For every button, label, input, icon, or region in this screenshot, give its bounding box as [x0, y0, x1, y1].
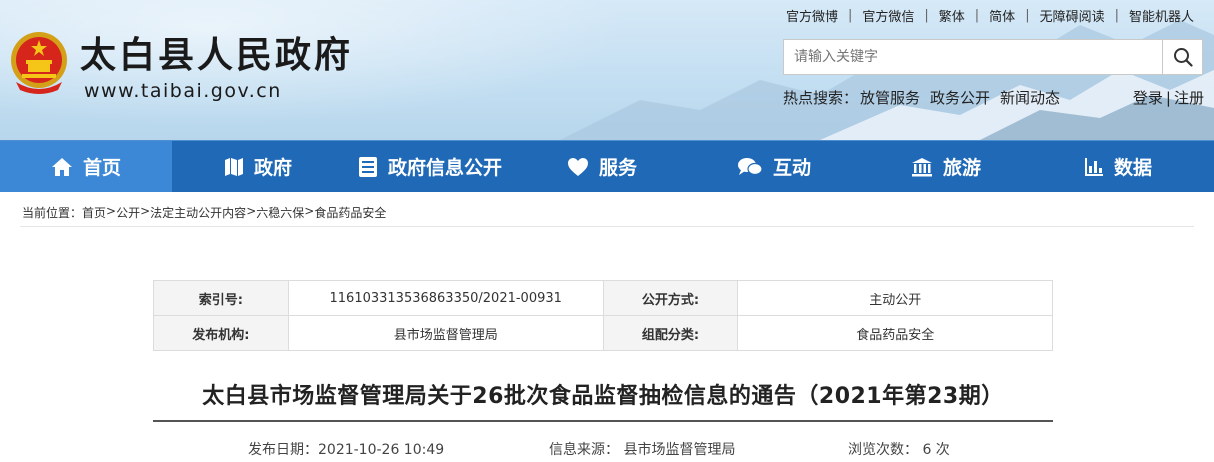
site-header: 太白县人民政府 www.taibai.gov.cn 官方微博 | 官方微信 | … — [0, 0, 1214, 140]
nav-item-service[interactable]: 服务 — [516, 141, 688, 192]
breadcrumb-link-six[interactable]: 六稳六保 — [256, 204, 304, 221]
view-count: 浏览次数： 6 次 — [848, 442, 950, 458]
breadcrumb-label: 当前位置： — [22, 206, 83, 220]
title-divider — [153, 420, 1053, 422]
bar-chart-icon — [1084, 157, 1103, 176]
top-links-bar: 官方微博 | 官方微信 | 繁体 | 简体 | 无障碍阅读 | 智能机器人 — [776, 6, 1194, 25]
index-label: 索引号: — [153, 280, 289, 316]
home-icon — [51, 157, 72, 176]
hot-search-item[interactable]: 新闻动态 — [1000, 87, 1060, 108]
breadcrumb-separator: > — [106, 204, 117, 218]
public-mode-value: 主动公开 — [737, 280, 1053, 316]
map-icon — [224, 157, 243, 176]
nav-item-tourism[interactable]: 旅游 — [860, 141, 1032, 192]
national-emblem-logo — [8, 30, 70, 94]
table-row: 发布机构: 县市场监督管理局 组配分类: 食品药品安全 — [153, 315, 1053, 351]
chat-icon — [737, 157, 763, 175]
register-link[interactable]: 注册 — [1174, 89, 1204, 107]
nav-item-info-disclosure[interactable]: 政府信息公开 — [344, 141, 516, 192]
search-icon — [1173, 48, 1193, 67]
search-button[interactable] — [1162, 40, 1202, 74]
top-link-weibo[interactable]: 官方微博 — [776, 6, 848, 25]
hot-search: 热点搜索： 放管服务 政务公开 新闻动态 — [783, 87, 1070, 108]
main-nav: 首页 政府 政府信息公开 服务 互动 旅游 数据 — [0, 140, 1214, 192]
breadcrumb-separator: > — [304, 204, 315, 218]
category-label: 组配分类: — [602, 315, 739, 351]
nav-label: 互动 — [772, 157, 811, 179]
auth-links: 登录 | 注册 — [1133, 87, 1204, 108]
breadcrumb: 当前位置： 首页 > 公开 > 法定主动公开内容 > 六稳六保 > 食品药品安全 — [22, 204, 386, 221]
hot-search-item[interactable]: 政务公开 — [930, 87, 990, 108]
list-icon — [358, 156, 377, 177]
breadcrumb-link-legal[interactable]: 法定主动公开内容 — [150, 204, 246, 221]
search-input[interactable] — [784, 40, 1162, 74]
top-link-wechat[interactable]: 官方微信 — [852, 6, 924, 25]
site-title: 太白县人民政府 — [80, 34, 354, 76]
hot-search-label: 热点搜索： — [783, 89, 859, 107]
category-value: 食品药品安全 — [737, 315, 1053, 351]
heart-icon — [567, 157, 588, 176]
top-link-accessibility[interactable]: 无障碍阅读 — [1030, 6, 1115, 25]
top-link-simplified[interactable]: 简体 — [979, 6, 1025, 25]
nav-label: 旅游 — [942, 157, 981, 179]
table-row: 索引号: 116103313536863350/2021-00931 公开方式:… — [153, 280, 1053, 316]
nav-item-interaction[interactable]: 互动 — [688, 141, 860, 192]
publish-date: 发布日期：2021-10-26 10:49 — [248, 442, 445, 458]
breadcrumb-link-home[interactable]: 首页 — [82, 204, 106, 221]
building-icon — [911, 157, 932, 176]
nav-item-data[interactable]: 数据 — [1032, 141, 1204, 192]
nav-label: 政府信息公开 — [387, 157, 502, 179]
breadcrumb-link-food[interactable]: 食品药品安全 — [314, 204, 386, 221]
article-title: 太白县市场监督管理局关于26批次食品监督抽检信息的通告（2021年第23期） — [202, 384, 1004, 409]
breadcrumb-link-public[interactable]: 公开 — [116, 204, 140, 221]
public-mode-label: 公开方式: — [602, 280, 739, 316]
top-link-robot[interactable]: 智能机器人 — [1119, 6, 1194, 25]
hot-search-item[interactable]: 放管服务 — [860, 87, 920, 108]
divider: | — [1165, 89, 1171, 107]
breadcrumb-divider — [20, 226, 1194, 227]
publisher-value: 县市场监督管理局 — [287, 315, 604, 351]
site-url: www.taibai.gov.cn — [84, 80, 282, 102]
breadcrumb-separator: > — [246, 204, 257, 218]
document-info-table: 索引号: 116103313536863350/2021-00931 公开方式:… — [153, 280, 1053, 351]
nav-item-government[interactable]: 政府 — [172, 141, 344, 192]
breadcrumb-separator: > — [140, 204, 151, 218]
publisher-label: 发布机构: — [153, 315, 289, 351]
nav-item-home[interactable]: 首页 — [0, 141, 172, 192]
nav-label: 首页 — [82, 157, 121, 179]
index-value: 116103313536863350/2021-00931 — [287, 280, 604, 316]
nav-label: 政府 — [253, 157, 292, 179]
nav-label: 数据 — [1113, 157, 1152, 179]
info-source: 信息来源： 县市场监督管理局 — [549, 442, 736, 458]
top-link-traditional[interactable]: 繁体 — [929, 6, 975, 25]
nav-label: 服务 — [598, 157, 637, 179]
search-box — [783, 39, 1203, 75]
login-link[interactable]: 登录 — [1133, 89, 1163, 107]
